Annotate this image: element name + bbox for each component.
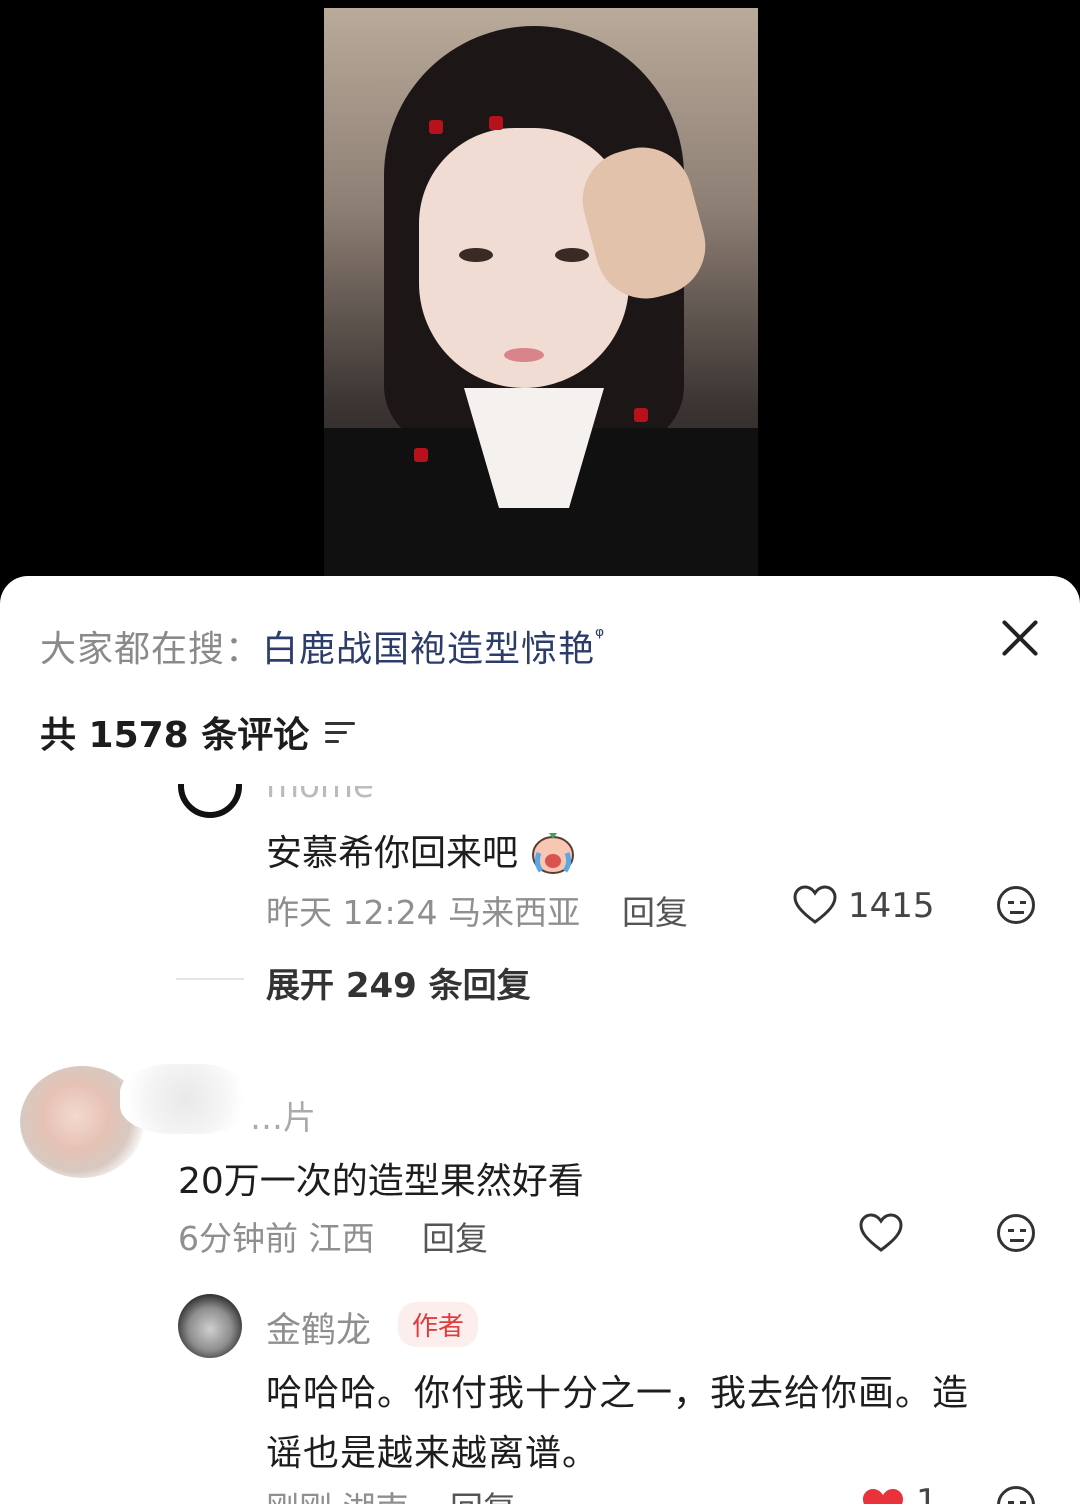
reply-button[interactable]: 回复: [450, 1482, 516, 1504]
comment-location: 马来西亚: [448, 893, 581, 932]
close-icon[interactable]: [996, 614, 1044, 662]
avatar[interactable]: [178, 784, 242, 818]
hair-clip: [429, 120, 443, 134]
avatar-blur: [120, 1064, 250, 1134]
comment-location: 湖南: [343, 1489, 409, 1504]
trending-search-prefix: 大家都在搜：: [40, 629, 263, 670]
crying-sticker-icon: [529, 827, 577, 884]
author-reply-line1: 哈哈哈。你付我十分之一，我去给你画。造: [266, 1373, 970, 1414]
hair-tie: [414, 448, 428, 462]
comment-panel: 大家都在搜：白鹿战国袍造型惊艳ᵠ 共 1578 条评论 mome 安慕希你回来吧…: [0, 576, 1080, 1504]
video-lips: [504, 348, 544, 362]
dislike-face-icon[interactable]: [997, 886, 1035, 924]
reply-button[interactable]: 回复: [622, 886, 688, 934]
like-count: 1: [916, 1482, 938, 1504]
dislike-face-icon[interactable]: [997, 1486, 1035, 1504]
search-icon[interactable]: ᵠ: [595, 624, 605, 649]
comment-time: 昨天 12:24: [266, 893, 438, 932]
reply-button[interactable]: 回复: [422, 1212, 488, 1260]
heart-filled-icon[interactable]: [860, 1486, 906, 1504]
video-eye-right: [555, 248, 589, 262]
comment-time: 6分钟前: [178, 1219, 298, 1258]
expand-divider: [176, 978, 244, 980]
author-reply-line2: 谣也是越来越离谱。: [266, 1433, 600, 1474]
comment-meta: 6分钟前 江西: [178, 1212, 375, 1260]
comment-count-row: 共 1578 条评论: [40, 706, 356, 758]
video-frame[interactable]: [324, 8, 758, 576]
comment-text: 安慕希你回来吧: [266, 824, 577, 884]
author-badge: 作者: [398, 1302, 479, 1347]
comment-meta: 刚刚 湖南: [266, 1482, 409, 1504]
comment-location: 江西: [308, 1219, 375, 1258]
filter-lines-icon[interactable]: [325, 720, 356, 744]
comment-time: 刚刚: [266, 1489, 332, 1504]
comment-count: 共 1578 条评论: [40, 715, 310, 756]
comment-text: 20万一次的造型果然好看: [178, 1161, 584, 1202]
video-eye-left: [459, 248, 493, 262]
author-avatar[interactable]: [178, 1294, 242, 1358]
heart-icon[interactable]: [792, 884, 838, 926]
comment-username[interactable]: …片: [250, 1091, 316, 1139]
hair-tie: [634, 408, 648, 422]
hair-clip: [489, 116, 503, 130]
comment-text-content: 安慕希你回来吧: [266, 833, 519, 874]
author-username[interactable]: 金鹤龙: [266, 1302, 371, 1353]
expand-replies-button[interactable]: 展开 249 条回复: [266, 958, 531, 1007]
dislike-face-icon[interactable]: [997, 1214, 1035, 1252]
comment-username[interactable]: mome: [266, 786, 374, 806]
comment-meta: 昨天 12:24 马来西亚: [266, 886, 580, 934]
heart-icon[interactable]: [858, 1212, 904, 1254]
trending-search[interactable]: 大家都在搜：白鹿战国袍造型惊艳ᵠ: [40, 620, 605, 672]
like-count: 1415: [848, 886, 935, 926]
trending-search-term[interactable]: 白鹿战国袍造型惊艳: [262, 629, 595, 670]
